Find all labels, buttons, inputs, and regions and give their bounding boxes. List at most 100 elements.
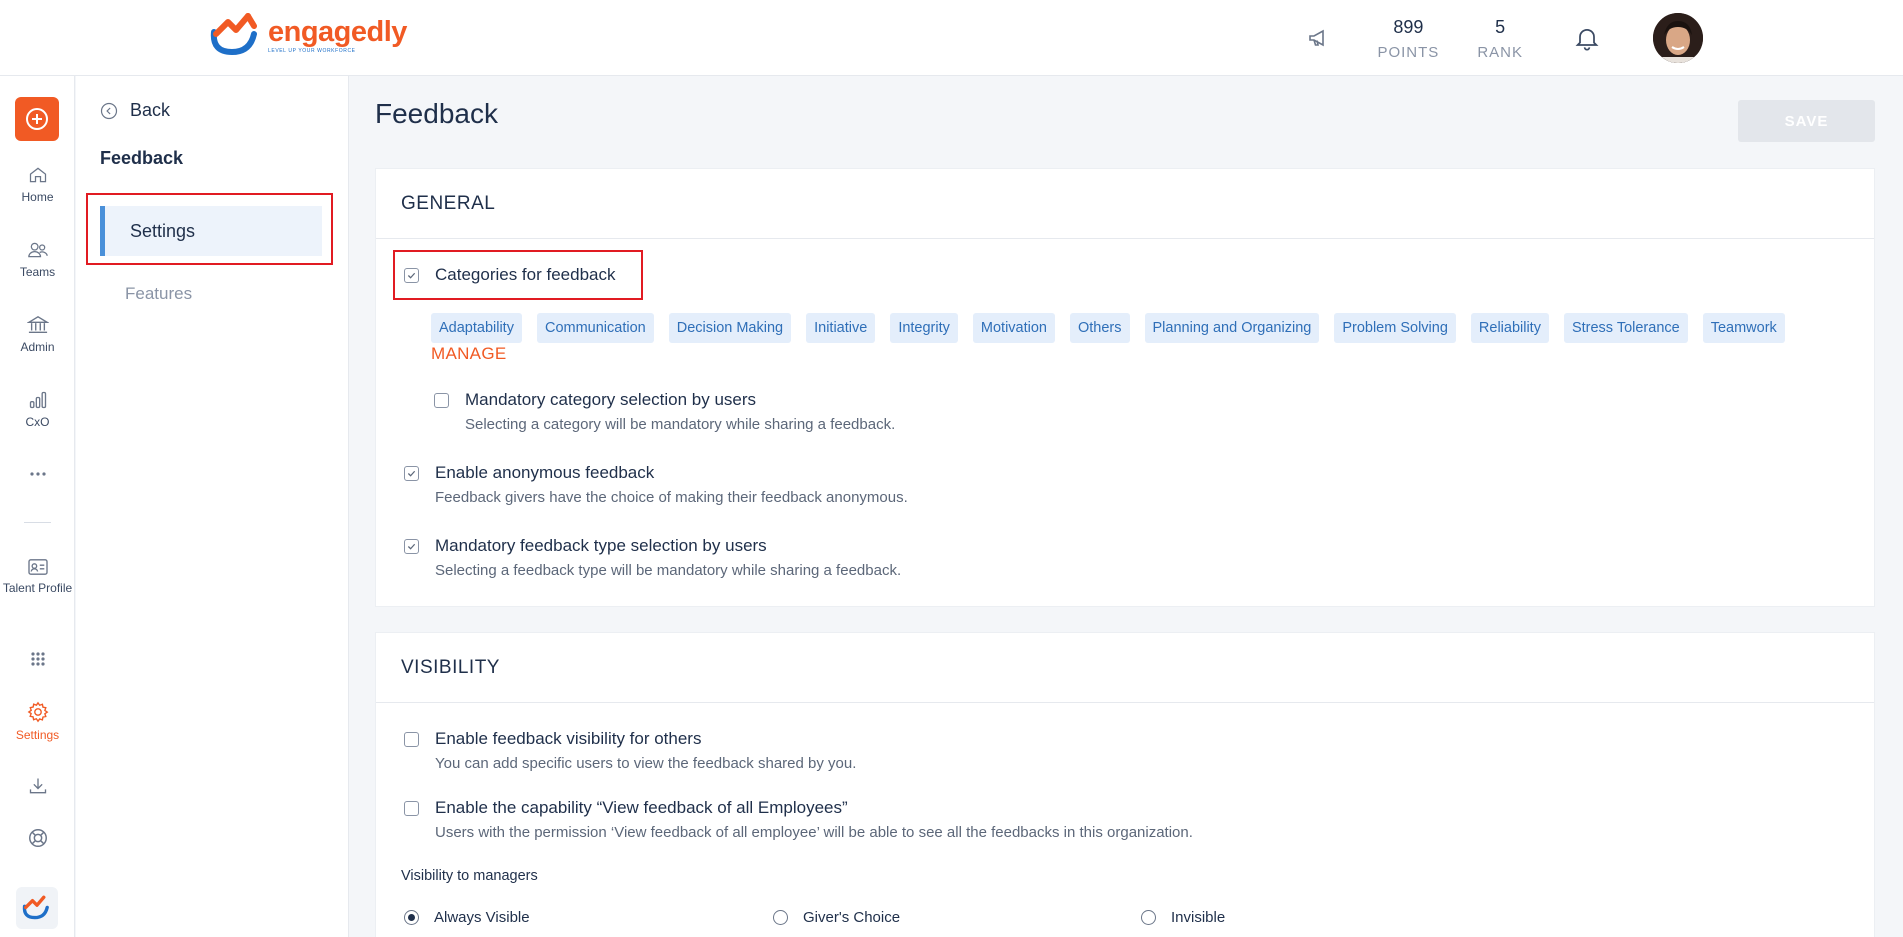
engagedly-logo[interactable]: engagedly LEVEL UP YOUR WORKFORCE: [210, 12, 407, 58]
rail-apps-button[interactable]: [0, 651, 75, 667]
categories-checkbox[interactable]: [404, 267, 419, 283]
category-chip[interactable]: Initiative: [806, 313, 876, 343]
visibility-section: VISIBILITY Enable feedback visibility fo…: [375, 632, 1875, 937]
points-value: 899: [1393, 16, 1424, 37]
radio-invisible[interactable]: Invisible: [1141, 909, 1225, 926]
points-label: POINTS: [1377, 43, 1440, 61]
megaphone-icon[interactable]: [1299, 18, 1339, 58]
bell-icon[interactable]: [1567, 18, 1607, 58]
category-chip[interactable]: Others: [1070, 313, 1130, 343]
save-button[interactable]: SAVE: [1738, 100, 1875, 142]
manage-categories-link[interactable]: MANAGE: [431, 344, 506, 364]
category-chip[interactable]: Stress Tolerance: [1563, 313, 1688, 343]
category-chip[interactable]: Integrity: [890, 313, 958, 343]
view-all-employees-desc: Users with the permission ‘View feedback…: [435, 824, 1193, 841]
rank-label: RANK: [1477, 43, 1523, 61]
category-chip[interactable]: Planning and Organizing: [1144, 313, 1320, 343]
general-section: GENERAL Categories for feedback Adaptabi…: [375, 168, 1875, 607]
rail-label-admin: Admin: [20, 340, 55, 354]
create-button[interactable]: [15, 97, 59, 141]
rail-item-teams[interactable]: Teams: [0, 240, 75, 280]
radio-button[interactable]: [1141, 910, 1156, 925]
rank-stat[interactable]: 5 RANK: [1477, 16, 1523, 61]
points-stat[interactable]: 899 POINTS: [1377, 16, 1439, 61]
visibility-managers-label: Visibility to managers: [401, 868, 538, 884]
radio-givers-choice[interactable]: Giver's Choice: [773, 909, 900, 926]
anonymous-label: Enable anonymous feedback: [435, 463, 655, 482]
view-all-employees-option: Enable the capability “View feedback of …: [404, 798, 1193, 841]
anonymous-checkbox[interactable]: [404, 465, 419, 481]
mandatory-category-checkbox[interactable]: [434, 392, 449, 408]
download-button[interactable]: [0, 776, 75, 796]
visibility-heading: VISIBILITY: [376, 633, 1874, 703]
rail-label-cxo: CxO: [25, 415, 50, 429]
avatar[interactable]: [1653, 13, 1703, 63]
rail-item-admin[interactable]: Admin: [0, 315, 75, 355]
radio-button[interactable]: [773, 910, 788, 925]
radio-label: Invisible: [1171, 909, 1226, 926]
home-icon: [29, 167, 46, 183]
rail-item-cxo[interactable]: CxO: [0, 390, 75, 430]
apps-grid-icon: [30, 652, 45, 666]
mandatory-category-label: Mandatory category selection by users: [465, 390, 757, 409]
category-chip[interactable]: Motivation: [972, 313, 1055, 343]
subnav-item-features[interactable]: Features: [125, 284, 192, 304]
rail-label-settings: Settings: [15, 728, 60, 742]
radio-label: Giver's Choice: [803, 909, 901, 926]
anonymous-desc: Feedback givers have the choice of makin…: [435, 489, 908, 506]
rail-label-teams: Teams: [19, 265, 56, 279]
visibility-others-option: Enable feedback visibility for others Yo…: [404, 729, 856, 772]
rail-item-home[interactable]: Home: [0, 165, 75, 205]
logo-tagline: LEVEL UP YOUR WORKFORCE: [268, 47, 356, 54]
anonymous-option: Enable anonymous feedback Feedback giver…: [404, 463, 908, 506]
category-chip[interactable]: Reliability: [1470, 313, 1549, 343]
bank-icon: [26, 316, 49, 333]
checkmark-icon: [407, 272, 416, 279]
logo-wordmark: engagedly: [268, 15, 407, 48]
mandatory-type-option: Mandatory feedback type selection by use…: [404, 536, 901, 579]
category-chip[interactable]: Decision Making: [668, 313, 792, 343]
mandatory-type-checkbox[interactable]: [404, 538, 419, 554]
back-button[interactable]: Back: [100, 100, 170, 121]
rail-item-talent-profile[interactable]: Talent Profile: [0, 558, 75, 596]
category-chip-list: Adaptability Communication Decision Maki…: [431, 313, 1800, 343]
back-label: Back: [130, 100, 171, 120]
visibility-others-checkbox[interactable]: [404, 731, 419, 747]
subnav-title: Feedback: [100, 148, 184, 168]
mandatory-type-label: Mandatory feedback type selection by use…: [435, 536, 767, 555]
radio-button[interactable]: [404, 910, 419, 925]
download-icon: [29, 778, 46, 794]
id-card-icon: [27, 559, 48, 575]
checkmark-icon: [407, 470, 416, 477]
visibility-others-desc: You can add specific users to view the f…: [435, 755, 857, 772]
rank-value: 5: [1495, 16, 1506, 37]
checkmark-icon: [407, 543, 416, 550]
more-dots-icon: [29, 472, 46, 476]
mandatory-category-desc: Selecting a category will be mandatory w…: [465, 416, 896, 433]
top-bar: engagedly LEVEL UP YOUR WORKFORCE 899 PO…: [0, 0, 1903, 76]
category-chip[interactable]: Communication: [536, 313, 654, 343]
mandatory-type-desc: Selecting a feedback type will be mandat…: [435, 562, 902, 579]
category-chip[interactable]: Problem Solving: [1334, 313, 1456, 343]
view-all-employees-label: Enable the capability “View feedback of …: [435, 798, 848, 817]
categories-label: Categories for feedback: [435, 265, 616, 284]
category-chip[interactable]: Adaptability: [431, 313, 522, 343]
icon-rail: Home Teams Admin CxO Talent Profile Sett…: [0, 76, 75, 937]
radio-always-visible[interactable]: Always Visible: [404, 909, 530, 926]
rail-more-button[interactable]: [0, 471, 75, 477]
feedback-subnav: Back Feedback Settings Features: [76, 76, 349, 937]
highlight-box-settings: [86, 193, 333, 265]
logo-mark-icon: [210, 13, 257, 56]
view-all-employees-checkbox[interactable]: [404, 800, 419, 816]
help-button[interactable]: [0, 827, 75, 849]
logo-mark-icon: [22, 895, 49, 920]
radio-label: Always Visible: [434, 909, 530, 926]
rail-item-settings[interactable]: Settings: [0, 701, 75, 743]
rail-label-talent-profile: Talent Profile: [2, 581, 73, 595]
bar-chart-icon: [29, 391, 46, 409]
engagedly-mini-logo[interactable]: [16, 887, 58, 929]
rail-label-home: Home: [21, 190, 54, 204]
lifebuoy-icon: [28, 829, 47, 847]
back-arrow-icon: [100, 102, 118, 119]
category-chip[interactable]: Teamwork: [1702, 313, 1785, 343]
